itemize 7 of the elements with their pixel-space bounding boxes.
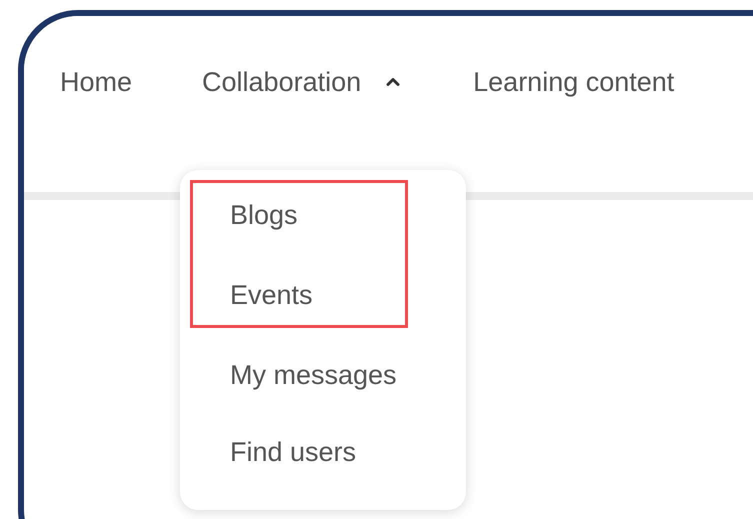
menu-item[interactable]: Blogs xyxy=(230,200,405,230)
menu-item[interactable]: Find users xyxy=(230,437,456,467)
nav-link[interactable]: Learning content xyxy=(473,66,674,98)
menu-item[interactable]: My messages xyxy=(230,360,456,390)
nav-link[interactable]: Home xyxy=(60,66,132,98)
menu-item[interactable]: Events xyxy=(230,280,405,310)
nav-link[interactable]: Collaboration xyxy=(202,66,404,98)
